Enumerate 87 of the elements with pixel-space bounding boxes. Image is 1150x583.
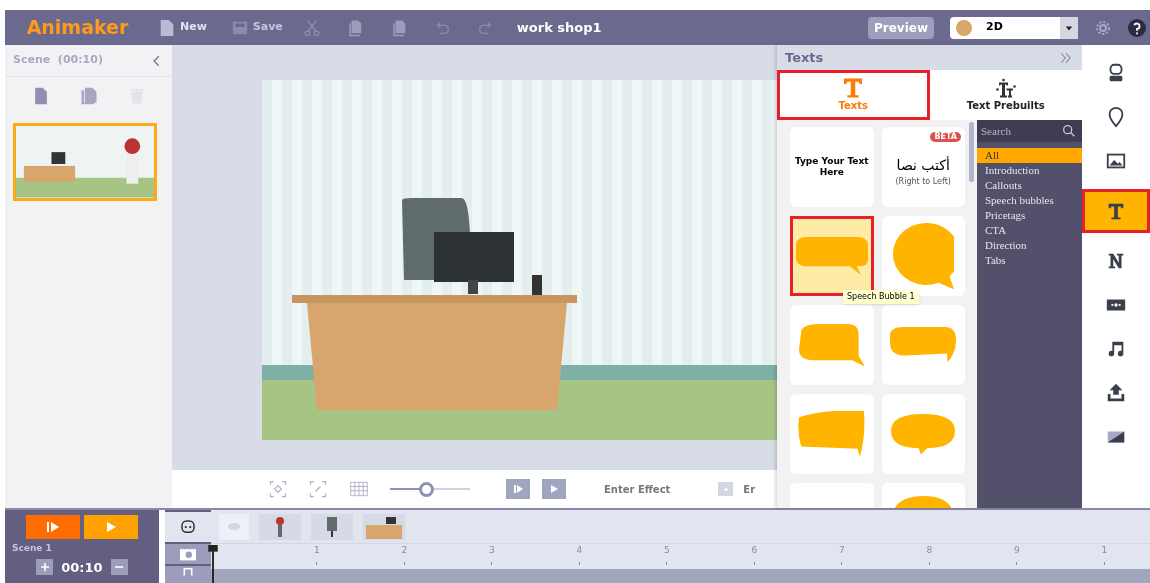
category-item[interactable]: Callouts bbox=[977, 178, 1082, 193]
timeline-tick-label: 5 bbox=[663, 544, 670, 557]
speech-bubble-icon bbox=[795, 236, 868, 276]
timeline-tick-label: 7 bbox=[838, 544, 845, 557]
plus-icon bbox=[40, 563, 49, 572]
settings-icon[interactable] bbox=[1094, 18, 1112, 37]
robot-face-icon bbox=[178, 518, 197, 536]
category-item[interactable]: Tabs bbox=[977, 253, 1082, 268]
zoom-slider[interactable] bbox=[390, 481, 470, 497]
panel-title: Texts bbox=[785, 48, 824, 67]
timeline-tick-label: 8 bbox=[926, 544, 933, 557]
category-item[interactable]: Introduction bbox=[977, 163, 1082, 178]
character-avatar-icon bbox=[954, 17, 974, 38]
speech-bubble-icon bbox=[890, 327, 957, 363]
category-item[interactable]: All bbox=[977, 148, 1082, 163]
timeline-tick-label: 1 bbox=[1101, 544, 1108, 557]
rtl-caption: (Right to Left) bbox=[895, 175, 951, 188]
duplicate-scene-icon[interactable] bbox=[79, 86, 100, 106]
project-title[interactable]: work shop1 bbox=[516, 17, 602, 38]
hidden-item-thumbnail[interactable] bbox=[219, 513, 249, 540]
mode-dropdown[interactable]: 2D bbox=[950, 16, 1078, 39]
speech-bubble-icon bbox=[891, 413, 956, 455]
double-chevron-icon[interactable] bbox=[1058, 50, 1074, 65]
scene-duration: 00:10 bbox=[61, 558, 103, 577]
category-item[interactable]: Speech bubbles bbox=[977, 193, 1082, 208]
category-item[interactable]: Pricetags bbox=[977, 208, 1082, 223]
search-icon[interactable] bbox=[1061, 123, 1077, 139]
scene-name: Scene 1 bbox=[12, 542, 52, 555]
step-play-button[interactable] bbox=[506, 479, 530, 499]
dropdown-caret-icon bbox=[1060, 16, 1078, 39]
play-icon bbox=[104, 521, 117, 533]
character-track-tab[interactable] bbox=[164, 512, 211, 542]
speech-bubble-icon bbox=[798, 323, 865, 367]
playhead-icon[interactable] bbox=[208, 545, 218, 583]
caret-up-icon bbox=[721, 485, 730, 493]
letter-t-icon bbox=[844, 77, 863, 98]
exit-effect-label[interactable]: Er bbox=[743, 481, 756, 497]
tooltip: Speech Bubble 1 bbox=[843, 290, 919, 304]
play-button[interactable] bbox=[542, 479, 566, 499]
mode-value: 2D bbox=[986, 19, 1003, 36]
fit-screen-icon[interactable] bbox=[308, 479, 328, 499]
scrollbar-thumb bbox=[969, 122, 974, 182]
timeline-tick-label: 2 bbox=[401, 544, 408, 557]
search-box[interactable]: Search bbox=[977, 120, 1082, 142]
scene-header: Scene (00:10) bbox=[13, 52, 103, 69]
rtl-sample-text: أكتب نصا bbox=[896, 155, 950, 175]
scissors-icon[interactable] bbox=[302, 18, 321, 37]
increase-duration-button[interactable] bbox=[36, 559, 54, 576]
audio-track-tab[interactable] bbox=[164, 566, 211, 583]
step-play-icon bbox=[45, 521, 60, 533]
step-play-icon bbox=[512, 483, 524, 495]
timeline-tick-label: 6 bbox=[751, 544, 758, 557]
speech-bubble-card[interactable] bbox=[790, 394, 874, 474]
enter-effect-label[interactable]: Enter Effect bbox=[604, 481, 671, 497]
panel-tab[interactable]: Text Prebuilts bbox=[929, 70, 1082, 120]
timeline-tick-label: 9 bbox=[1013, 544, 1020, 557]
desk-thumbnail[interactable] bbox=[363, 513, 405, 540]
sidebar-tool-button[interactable] bbox=[1082, 189, 1150, 233]
center-focus-icon[interactable] bbox=[268, 479, 288, 499]
category-item[interactable]: Direction bbox=[977, 238, 1082, 253]
speech-bubble-icon bbox=[892, 222, 955, 290]
speech-bubble-card[interactable] bbox=[881, 305, 965, 385]
chair-thumbnail[interactable] bbox=[311, 513, 353, 540]
decrease-duration-button[interactable] bbox=[110, 559, 128, 576]
stacked-letters-icon bbox=[995, 77, 1016, 98]
camera-icon bbox=[177, 546, 198, 562]
help-icon[interactable] bbox=[1128, 18, 1146, 37]
grid-icon[interactable] bbox=[348, 479, 370, 499]
speech-bubble-card[interactable] bbox=[790, 305, 874, 385]
text-template-card[interactable]: Type Your Text Here bbox=[790, 127, 874, 207]
new-button[interactable]: New bbox=[158, 18, 207, 37]
category-item[interactable]: CTA bbox=[977, 223, 1082, 238]
document-icon bbox=[158, 18, 176, 37]
speech-bubble-icon bbox=[797, 411, 866, 457]
upload-icon bbox=[1105, 382, 1127, 404]
beta-badge: BETA bbox=[930, 132, 961, 142]
timeline-tick-label: 3 bbox=[488, 544, 495, 557]
camera-track-tab[interactable] bbox=[164, 544, 211, 564]
figure-thumbnail[interactable] bbox=[259, 513, 301, 540]
speech-bubble-card[interactable] bbox=[881, 394, 965, 474]
timeline-tick-label: 4 bbox=[576, 544, 583, 557]
scene-thumbnail[interactable] bbox=[13, 123, 157, 201]
play-icon bbox=[548, 483, 560, 495]
effect-toggle-button[interactable] bbox=[718, 482, 734, 496]
timeline-tick-label: 1 bbox=[313, 544, 320, 557]
play-scene-button[interactable] bbox=[25, 515, 80, 539]
play-all-button[interactable] bbox=[83, 515, 138, 539]
